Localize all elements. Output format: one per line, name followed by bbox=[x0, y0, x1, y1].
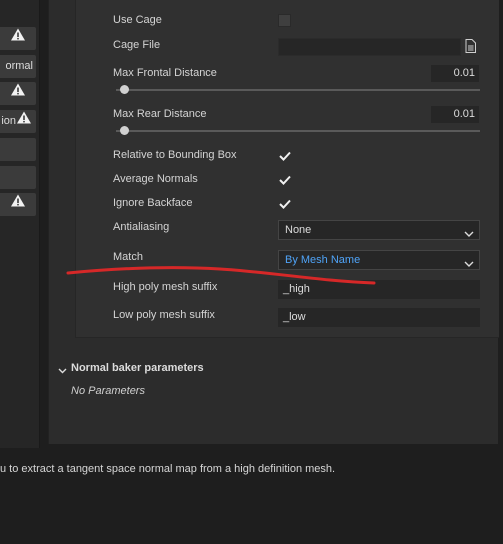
ignore-backface-label: Ignore Backface bbox=[113, 197, 193, 209]
toolbar-button-blank-1[interactable] bbox=[0, 138, 36, 161]
warning-button-2[interactable] bbox=[0, 82, 36, 105]
high-poly-suffix-label: High poly mesh suffix bbox=[113, 281, 218, 293]
baker-description: u to extract a tangent space normal map … bbox=[0, 463, 336, 475]
no-parameters-text: No Parameters bbox=[71, 385, 145, 397]
antialiasing-select[interactable]: None bbox=[278, 220, 480, 240]
cage-file-field[interactable] bbox=[278, 38, 461, 56]
properties-panel: Use Cage Cage File Max Frontal Distance … bbox=[48, 0, 499, 444]
position-button-label: ion bbox=[1, 115, 16, 127]
checkmark-icon bbox=[279, 151, 291, 161]
average-normals-checkbox[interactable] bbox=[278, 173, 292, 187]
chevron-down-icon bbox=[464, 226, 474, 244]
checkmark-icon bbox=[279, 175, 291, 185]
normal-button[interactable]: ormal bbox=[0, 55, 36, 78]
position-button[interactable]: ion bbox=[0, 110, 36, 133]
match-label: Match bbox=[113, 251, 143, 263]
match-value: By Mesh Name bbox=[285, 254, 361, 266]
ignore-backface-checkbox[interactable] bbox=[278, 197, 292, 211]
left-toolbar: ormal ion bbox=[0, 0, 40, 448]
use-cage-label: Use Cage bbox=[113, 14, 162, 26]
warning-button-1[interactable] bbox=[0, 27, 36, 50]
max-frontal-distance-label: Max Frontal Distance bbox=[113, 67, 217, 79]
relative-to-bounding-box-checkbox[interactable] bbox=[278, 149, 292, 163]
toolbar-button-blank-2[interactable] bbox=[0, 166, 36, 189]
warning-icon bbox=[10, 82, 26, 105]
match-select[interactable]: By Mesh Name bbox=[278, 250, 480, 270]
antialiasing-label: Antialiasing bbox=[113, 221, 170, 233]
baker-properties-box: Use Cage Cage File Max Frontal Distance … bbox=[75, 0, 499, 338]
high-poly-suffix-input[interactable]: _high bbox=[278, 280, 480, 299]
max-frontal-distance-slider-handle[interactable] bbox=[119, 85, 129, 94]
average-normals-label: Average Normals bbox=[113, 173, 198, 185]
warning-icon bbox=[10, 193, 26, 216]
use-cage-checkbox[interactable] bbox=[278, 14, 291, 27]
chevron-down-icon bbox=[464, 256, 474, 274]
warning-icon bbox=[16, 110, 32, 133]
file-icon[interactable] bbox=[465, 39, 476, 56]
low-poly-suffix-input[interactable]: _low bbox=[278, 308, 480, 327]
checkmark-icon bbox=[279, 199, 291, 209]
max-frontal-distance-slider[interactable] bbox=[116, 89, 480, 91]
chevron-down-icon[interactable] bbox=[58, 365, 67, 377]
antialiasing-value: None bbox=[285, 224, 312, 236]
max-rear-distance-input[interactable]: 0.01 bbox=[431, 106, 479, 123]
max-rear-distance-label: Max Rear Distance bbox=[113, 108, 207, 120]
max-frontal-distance-input[interactable]: 0.01 bbox=[431, 65, 479, 82]
relative-to-bounding-box-label: Relative to Bounding Box bbox=[113, 149, 237, 161]
low-poly-suffix-label: Low poly mesh suffix bbox=[113, 309, 215, 321]
normal-button-label: ormal bbox=[5, 60, 33, 72]
max-rear-distance-slider-handle[interactable] bbox=[119, 126, 129, 135]
normal-baker-section-header[interactable]: Normal baker parameters bbox=[71, 362, 204, 374]
cage-file-label: Cage File bbox=[113, 39, 161, 51]
warning-button-3[interactable] bbox=[0, 193, 36, 216]
max-rear-distance-slider[interactable] bbox=[116, 130, 480, 132]
warning-icon bbox=[10, 27, 26, 50]
